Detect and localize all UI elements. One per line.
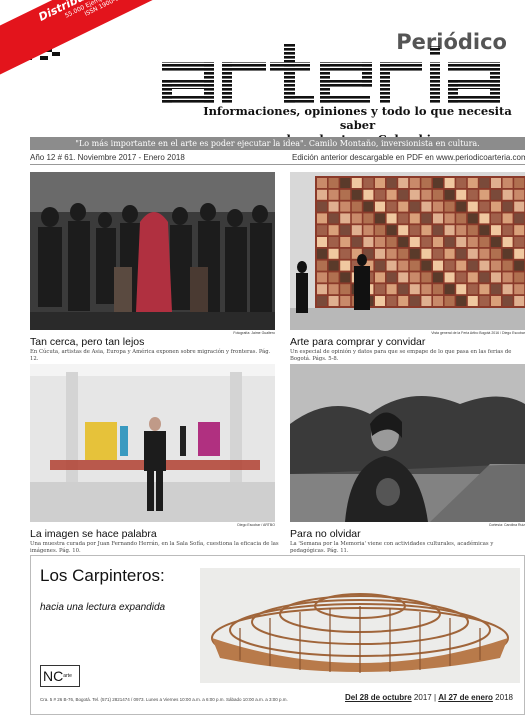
summary-1: En Cúcuta, artistas de Asia, Europa y Am…: [30, 349, 271, 362]
headline-2[interactable]: Arte para comprar y convidar: [290, 336, 425, 348]
gallery-logo-small: arte: [63, 673, 72, 679]
story-photo-crowd[interactable]: [30, 172, 275, 330]
credit-2: Vista general de la Feria Artbo Bogotá 2…: [431, 331, 525, 335]
ad-sculpture-image[interactable]: [200, 568, 520, 683]
summary-2: Un especial de opinión y datos para que …: [290, 349, 512, 362]
ad-subtitle: hacia una lectura expandida: [40, 602, 166, 613]
issue-number: Año 12 # 61.: [30, 153, 76, 162]
quote-bar: "Lo más importante en el arte es poder e…: [30, 137, 525, 150]
summary-3: Una muestra curada por Juan Fernando Her…: [30, 541, 279, 554]
credit-3: Diego Escobar / ARTBO: [237, 523, 275, 527]
arteria-logo[interactable]: [162, 44, 524, 112]
tagline-line-1: Informaciones, opiniones y todo lo que n…: [203, 104, 512, 132]
date-to: Al 27 de enero: [438, 693, 493, 702]
gallery-logo[interactable]: NCarte: [40, 665, 80, 687]
issue-info: Año 12 # 61. Noviembre 2017 - Enero 2018: [30, 153, 185, 162]
date-from: Del 28 de octubre: [345, 693, 412, 702]
headline-4[interactable]: Para no olvidar: [290, 528, 361, 540]
year-from: 2017: [413, 693, 432, 702]
summary-4: La 'Semana por la Memoria' viene con act…: [290, 541, 494, 554]
headline-3[interactable]: La imagen se hace palabra: [30, 528, 157, 540]
gallery-logo-text: NC: [43, 668, 64, 684]
story-photo-fair[interactable]: [290, 172, 525, 330]
year-to: 2018: [495, 693, 513, 702]
credit-1: Fotografía: Jaime Gualtero: [233, 331, 275, 335]
edition-note[interactable]: Edición anterior descargable en PDF en w…: [292, 153, 525, 162]
gallery-address: Cra. 5 # 26 B-76, Bogotá. Tel. (571) 282…: [40, 697, 288, 702]
issue-dates: Noviembre 2017 - Enero 2018: [77, 153, 185, 162]
credit-4: Cortesía: Carolina Ruiz: [488, 523, 525, 527]
story-photo-memory[interactable]: [290, 364, 525, 522]
story-photo-gallery[interactable]: [30, 364, 275, 522]
ad-title: Los Carpinteros:: [40, 566, 165, 585]
divider: [30, 164, 525, 165]
ad-dates: Del 28 de octubre 2017 | Al 27 de enero …: [345, 693, 513, 702]
headline-1[interactable]: Tan cerca, pero tan lejos: [30, 336, 144, 348]
